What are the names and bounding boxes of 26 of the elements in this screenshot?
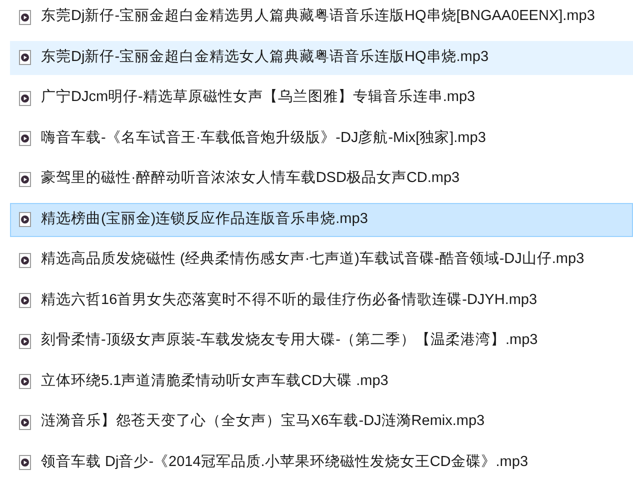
audio-file-icon: [19, 172, 31, 186]
audio-file-icon: [19, 50, 31, 65]
audio-file-icon: [19, 212, 31, 227]
file-name: 精选高品质发烧磁性 (经典柔情伤感女声·七声道)车载试音碟-酷音领域-DJ山仔.mp3: [41, 250, 584, 270]
file-name: 东莞Dj新仔-宝丽金超白金精选男人篇典藏粤语音乐连版HQ串烧[BNGAA0EENX].mp3: [41, 6, 595, 26]
file-name: 豪驾里的磁性·醉醉动听音浓浓女人情车载DSD极品女声CD.mp3: [41, 168, 460, 188]
audio-file-icon: [19, 334, 31, 348]
audio-file-icon: [19, 293, 31, 308]
audio-file-icon: [19, 455, 31, 470]
file-row[interactable]: 精选榜曲(宝丽金)连锁反应作品连版音乐串烧.mp3: [10, 202, 633, 236]
file-row[interactable]: 东莞Dj新仔-宝丽金超白金精选女人篇典藏粤语音乐连版HQ串烧.mp3: [10, 40, 633, 74]
file-name: 立体环绕5.1声道清脆柔情动听女声车载CD大碟 .mp3: [41, 372, 388, 391]
file-name: 精选六哲16首男女失恋落寞时不得不听的最佳疗伤必备情歌连碟-DJYH.mp3: [41, 290, 538, 310]
audio-file-icon: [19, 131, 31, 146]
file-name: 东莞Dj新仔-宝丽金超白金精选女人篇典藏粤语音乐连版HQ串烧.mp3: [41, 48, 489, 67]
audio-file-icon: [19, 10, 31, 24]
audio-file-icon: [19, 374, 31, 389]
audio-file-icon: [19, 252, 31, 268]
file-name: 精选榜曲(宝丽金)连锁反应作品连版音乐串烧.mp3: [41, 210, 368, 229]
audio-file-icon: [19, 414, 31, 430]
file-name: 涟漪音乐】怨苍天变了心（全女声）宝马X6车载-DJ涟漪Remix.mp3: [41, 412, 485, 432]
file-name: 嗨音车载-《名车试音王·车载低音炮升级版》-DJ彦航-Mix[独家].mp3: [41, 128, 486, 148]
file-name: 领音车载 Dj音少-《2014冠军品质.小苹果环绕磁性发烧女王CD金碟》.mp3: [41, 452, 528, 472]
audio-file-icon: [19, 90, 31, 106]
file-name: 广宁DJcm明仔-精选草原磁性女声【乌兰图雅】专辑音乐连串.mp3: [41, 88, 476, 108]
file-name: 刻骨柔情-顶级女声原装-车载发烧友专用大碟-（第二季）【温柔港湾】.mp3: [41, 330, 538, 350]
